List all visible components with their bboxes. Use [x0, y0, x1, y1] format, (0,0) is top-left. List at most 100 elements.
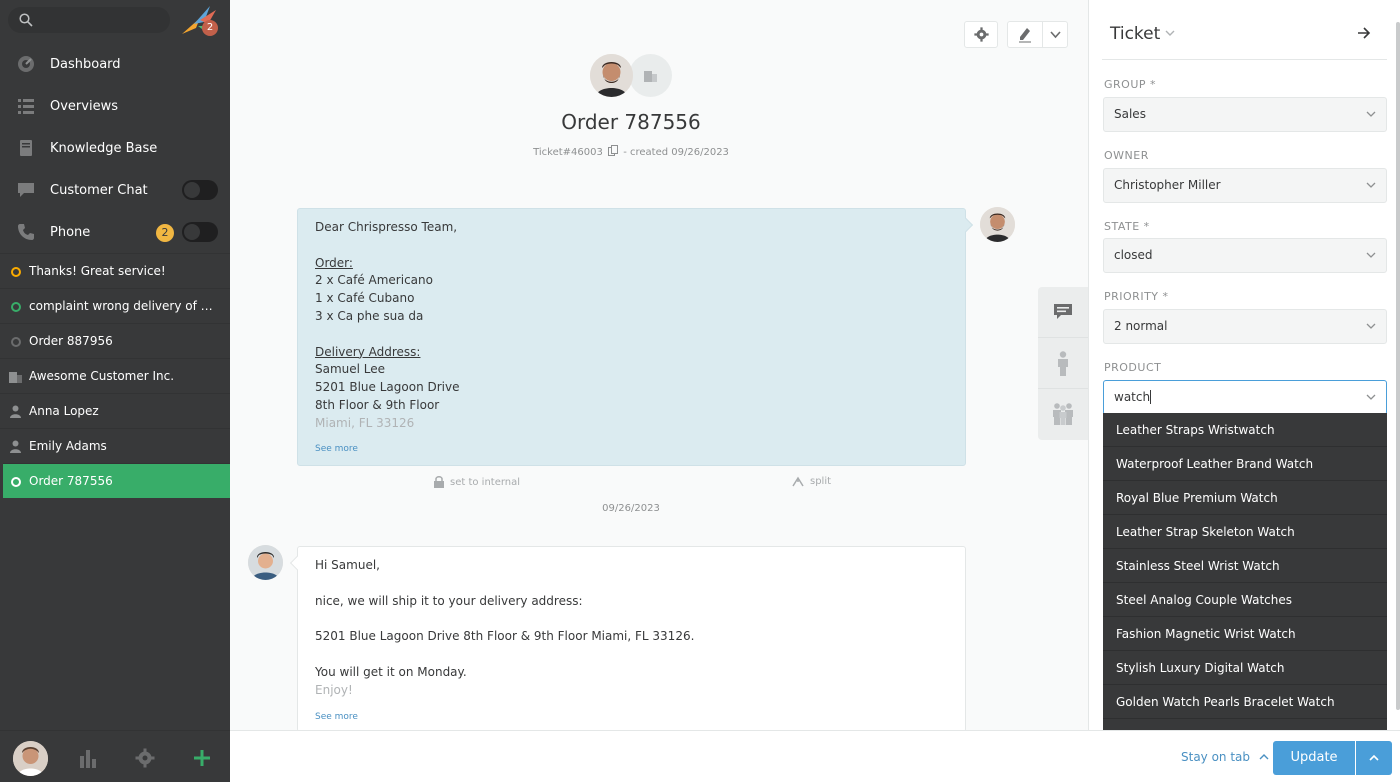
message-line: 5201 Blue Lagoon Drive 8th Floor & 9th F… — [315, 629, 695, 644]
chevron-down-icon — [1366, 394, 1376, 400]
message-line — [315, 610, 948, 628]
phone-toggle[interactable] — [182, 222, 218, 242]
nav-label: Overviews — [50, 98, 118, 114]
customer-article[interactable]: Dear Chrispresso Team, Order: 2 x Café Ame… — [297, 208, 974, 466]
message-line: Order: — [315, 255, 353, 270]
reports-icon[interactable] — [78, 748, 98, 768]
customer-avatar[interactable] — [590, 54, 633, 97]
product-option[interactable]: Golden Watch Pearls Bracelet Watch — [1103, 685, 1387, 719]
stay-on-tab-toggle[interactable]: Stay on tab — [1181, 750, 1269, 764]
product-option[interactable]: Stylish Luxury Digital Watch — [1103, 651, 1387, 685]
update-menu-button[interactable] — [1356, 741, 1392, 775]
nav-overviews[interactable]: Overviews — [0, 85, 230, 127]
tab-emily-adams[interactable]: Emily Adams — [0, 428, 230, 463]
see-more-link[interactable]: See more — [315, 709, 358, 727]
product-option[interactable]: Stainless Steel Wrist Watch — [1103, 549, 1387, 583]
nav-label: Phone — [50, 224, 91, 240]
organization-icon — [644, 71, 657, 82]
nav-phone[interactable]: Phone 2 — [0, 211, 230, 253]
agent-article[interactable]: Hi Samuel, nice, we will ship it to your … — [289, 546, 966, 732]
nav-label: Dashboard — [50, 56, 121, 72]
status-open-icon — [11, 267, 21, 277]
message-line: 2 x Café Americano — [315, 273, 433, 288]
owner-value: Christopher Miller — [1114, 178, 1221, 192]
product-option[interactable]: Steel Analog Couple Watches — [1103, 583, 1387, 617]
status-new-icon — [11, 302, 21, 312]
product-option[interactable]: Leather Straps Wristwatch — [1103, 413, 1387, 447]
nav-knowledge-base[interactable]: Knowledge Base — [0, 127, 230, 169]
gear-icon[interactable] — [135, 748, 155, 768]
panel-title[interactable]: Ticket — [1110, 24, 1160, 44]
tab-complaint[interactable]: complaint wrong delivery of order — [0, 288, 230, 323]
organization-tab-button[interactable] — [1038, 389, 1088, 440]
update-button[interactable]: Update — [1273, 741, 1355, 775]
tab-order-787556[interactable]: Order 787556 — [3, 463, 230, 498]
chevron-down-icon[interactable] — [1165, 30, 1175, 37]
priority-select[interactable]: 2 normal — [1103, 309, 1387, 344]
agent-avatar[interactable] — [248, 545, 283, 580]
copy-icon[interactable] — [608, 145, 619, 156]
book-icon — [20, 140, 32, 156]
ticket-sidebar-panel: Ticket GROUP * Sales OWNER Christopher M… — [1088, 0, 1400, 730]
avatar[interactable] — [13, 741, 48, 776]
message-line: Delivery Address: — [315, 344, 421, 359]
search-input[interactable] — [8, 7, 170, 33]
status-closed-icon — [11, 477, 21, 487]
divider — [1102, 59, 1387, 60]
chevron-down-icon — [1366, 111, 1376, 117]
state-select[interactable]: closed — [1103, 238, 1387, 273]
ticket-zoom: Order 787556 Ticket#46003 - created 09/2… — [230, 0, 1088, 732]
customer-avatar[interactable] — [980, 207, 1015, 242]
message-line: 1 x Café Cubano — [315, 291, 415, 306]
list-icon — [18, 99, 34, 114]
status-closed-icon — [11, 337, 21, 347]
tab-thanks-great-service[interactable]: Thanks! Great service! — [0, 253, 230, 288]
page-title[interactable]: Order 787556 — [230, 110, 1032, 134]
search-icon — [19, 13, 33, 27]
arrow-right-icon[interactable] — [1357, 27, 1371, 39]
message-line: Dear Chrispresso Team, — [315, 220, 458, 234]
tab-anna-lopez[interactable]: Anna Lopez — [0, 393, 230, 428]
product-option[interactable]: Waterproof Leather Brand Watch — [1103, 447, 1387, 481]
edit-menu-button[interactable] — [1007, 21, 1068, 48]
product-option[interactable]: Fashion Magnetic Wrist Watch — [1103, 617, 1387, 651]
split-action[interactable]: split — [792, 476, 831, 487]
product-option[interactable]: Royal Blue Premium Watch — [1103, 481, 1387, 515]
notification-badge[interactable]: 2 — [202, 20, 218, 36]
see-more-link[interactable]: See more — [315, 441, 358, 459]
tab-label: Order 887956 — [29, 334, 113, 348]
chevron-down-icon — [1366, 323, 1376, 329]
tab-label: complaint wrong delivery of order — [29, 299, 219, 313]
sidebar-tabs — [1038, 287, 1088, 440]
product-option[interactable]: Leather Strap Skeleton Watch — [1103, 515, 1387, 549]
tab-awesome-customer[interactable]: Awesome Customer Inc. — [0, 358, 230, 393]
message-line: Hi Samuel, — [315, 558, 380, 572]
phone-count-badge: 2 — [156, 224, 174, 242]
owner-select[interactable]: Christopher Miller — [1103, 168, 1387, 203]
message-line — [315, 575, 948, 593]
message-line: nice, we will ship it to your delivery a… — [315, 593, 583, 608]
chat-toggle[interactable] — [182, 180, 218, 200]
panel-scrollbar[interactable] — [1396, 22, 1400, 710]
message-line: You will get it on Monday. — [315, 664, 467, 679]
add-icon[interactable] — [192, 748, 212, 768]
tab-label: Anna Lopez — [29, 404, 99, 418]
ticket-tab-button[interactable] — [1038, 287, 1088, 338]
tab-order-887956[interactable]: Order 887956 — [0, 323, 230, 358]
chat-icon — [18, 183, 34, 197]
tab-label: Thanks! Great service! — [29, 264, 166, 278]
split-icon — [792, 476, 804, 487]
customer-tab-button[interactable] — [1038, 338, 1088, 389]
chevron-down-icon — [1366, 252, 1376, 258]
product-input[interactable]: watch — [1103, 380, 1387, 415]
set-internal-action[interactable]: set to internal — [434, 476, 520, 488]
priority-value: 2 normal — [1114, 319, 1168, 333]
organization-avatar[interactable] — [629, 54, 672, 97]
nav-customer-chat[interactable]: Customer Chat — [0, 169, 230, 211]
user-icon — [10, 440, 21, 453]
group-select[interactable]: Sales — [1103, 97, 1387, 132]
ticket-number[interactable]: Ticket#46003 — [533, 147, 603, 158]
product-label: PRODUCT — [1104, 361, 1162, 374]
nav-dashboard[interactable]: Dashboard — [0, 43, 230, 85]
settings-button[interactable] — [964, 21, 998, 48]
